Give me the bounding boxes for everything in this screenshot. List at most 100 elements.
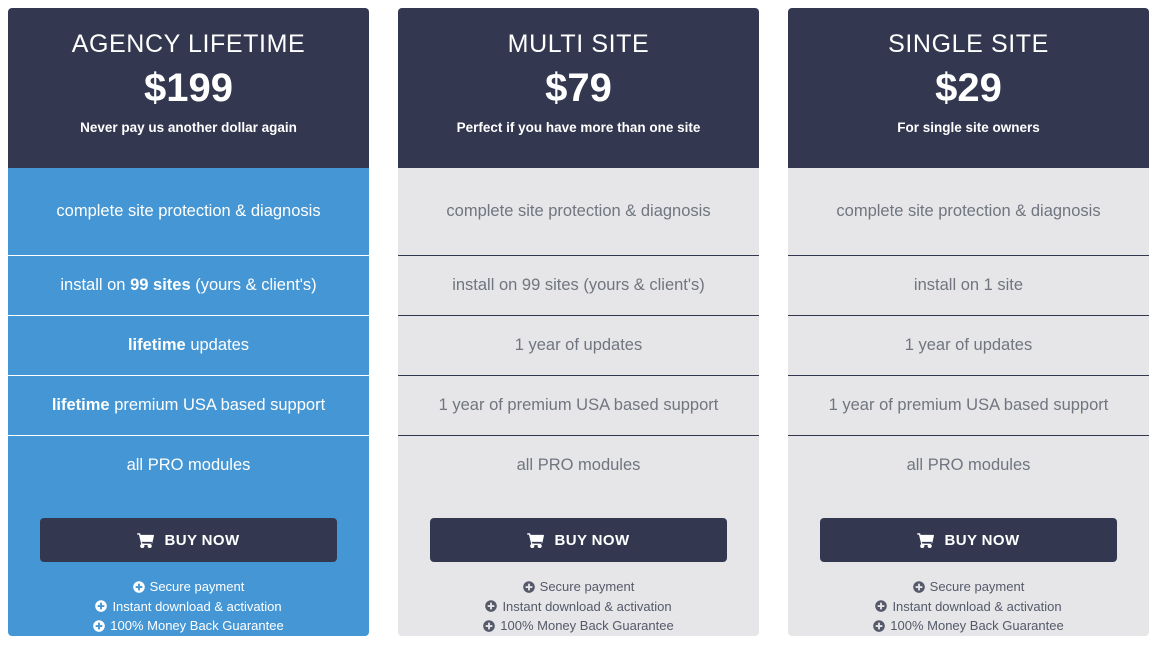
pricing-table: AGENCY LIFETIME $199 Never pay us another …	[0, 0, 1159, 636]
feature-text-prefix: install on 99 sites (yours & client's)	[452, 275, 705, 294]
pricing-card: SINGLE SITE $29 For single site owners comp…	[788, 8, 1149, 636]
guarantee-list: Secure payment Instant download & activat…	[398, 562, 759, 636]
guarantee-label: Secure payment	[539, 579, 635, 594]
feature-text: all PRO modules	[517, 455, 641, 476]
guarantee-item: Secure payment	[798, 577, 1139, 597]
feature-text-prefix: 1 year of updates	[904, 335, 1033, 354]
guarantee-label: 100% Money Back Guarantee	[110, 618, 284, 633]
feature-text-prefix: 1 year of updates	[514, 335, 643, 354]
guarantee-label: Instant download & activation	[502, 598, 672, 614]
guarantee-list: Secure payment Instant download & activat…	[788, 562, 1149, 636]
guarantee-label: 100% Money Back Guarantee	[890, 618, 1064, 633]
feature-row-modules: all PRO modules	[788, 436, 1149, 496]
feature-text-prefix: complete site protection & diagnosis	[836, 201, 1101, 220]
plus-circle-icon	[95, 600, 108, 613]
pricing-card-header: SINGLE SITE $29 For single site owners	[788, 8, 1149, 168]
feature-text-emphasis: lifetime	[51, 395, 110, 414]
buy-now-button[interactable]: BUY NOW	[820, 518, 1117, 562]
feature-row: 1 year of premium USA based support	[788, 376, 1149, 436]
plus-circle-icon	[875, 600, 888, 613]
buy-button-container: BUY NOW	[788, 496, 1149, 562]
feature-text: install on 99 sites (yours & client's)	[60, 275, 316, 296]
pricing-card-body: complete site protection & diagnosis inst…	[398, 168, 759, 636]
feature-text: install on 99 sites (yours & client's)	[452, 275, 705, 296]
plan-price: $29	[935, 65, 1002, 110]
feature-row: install on 99 sites (yours & client's)	[8, 256, 369, 316]
pro-modules-link[interactable]: PRO modules	[148, 456, 251, 474]
pricing-card-body: complete site protection & diagnosis inst…	[8, 168, 369, 636]
feature-row: lifetime premium USA based support	[8, 376, 369, 436]
plus-circle-icon	[132, 580, 145, 593]
cart-icon	[527, 532, 545, 548]
plan-price: $199	[144, 65, 233, 110]
feature-row: install on 1 site	[788, 256, 1149, 316]
guarantee-label: Instant download & activation	[112, 598, 282, 614]
pricing-card: AGENCY LIFETIME $199 Never pay us another …	[8, 8, 369, 636]
plus-circle-icon	[873, 619, 886, 632]
feature-text-prefix: 1 year of premium USA based support	[438, 395, 719, 414]
cart-icon	[137, 532, 155, 548]
plus-circle-icon	[93, 619, 106, 632]
feature-text: all PRO modules	[127, 455, 251, 476]
feature-row: complete site protection & diagnosis	[398, 168, 759, 256]
pricing-card-header: AGENCY LIFETIME $199 Never pay us another …	[8, 8, 369, 168]
feature-text-suffix: premium USA based support	[109, 395, 326, 414]
feature-text: complete site protection & diagnosis	[836, 201, 1100, 222]
guarantee-item: Secure payment	[408, 577, 749, 597]
feature-row: complete site protection & diagnosis	[788, 168, 1149, 256]
feature-text-emphasis: lifetime	[127, 335, 186, 354]
feature-text: lifetime updates	[128, 335, 249, 356]
buy-now-button[interactable]: BUY NOW	[430, 518, 727, 562]
cart-icon	[917, 532, 935, 548]
feature-text-prefix: complete site protection & diagnosis	[56, 201, 321, 220]
pro-modules-link[interactable]: PRO modules	[538, 456, 641, 474]
feature-text-prefix: install on 1 site	[913, 275, 1024, 294]
buy-now-label: BUY NOW	[554, 531, 630, 549]
guarantee-label: Instant download & activation	[892, 598, 1062, 614]
plan-name: MULTI SITE	[507, 30, 650, 58]
feature-text-prefix: install on	[60, 275, 131, 294]
feature-text: all PRO modules	[907, 455, 1031, 476]
modules-prefix: all	[516, 456, 538, 475]
plan-name: SINGLE SITE	[888, 30, 1049, 58]
plan-price: $79	[545, 65, 612, 110]
plus-circle-icon	[483, 619, 496, 632]
guarantee-item: 100% Money Back Guarantee	[18, 616, 359, 636]
feature-row: complete site protection & diagnosis	[8, 168, 369, 256]
guarantee-label: Secure payment	[149, 579, 245, 594]
feature-text-emphasis: 99 sites	[130, 275, 191, 294]
feature-list: complete site protection & diagnosis inst…	[788, 168, 1149, 496]
modules-prefix: all	[906, 456, 928, 475]
plus-circle-icon	[912, 580, 925, 593]
pricing-card-body: complete site protection & diagnosis inst…	[788, 168, 1149, 636]
buy-now-label: BUY NOW	[164, 531, 240, 549]
feature-text: 1 year of updates	[515, 335, 643, 356]
feature-text: 1 year of premium USA based support	[439, 395, 719, 416]
feature-text-suffix: updates	[185, 335, 250, 354]
guarantee-label: Secure payment	[929, 579, 1025, 594]
feature-row: 1 year of premium USA based support	[398, 376, 759, 436]
guarantee-item: Instant download & activation	[18, 597, 359, 617]
pricing-card-header: MULTI SITE $79 Perfect if you have more th…	[398, 8, 759, 168]
feature-row: install on 99 sites (yours & client's)	[398, 256, 759, 316]
feature-text-suffix: (yours & client's)	[190, 275, 317, 294]
feature-row: lifetime updates	[8, 316, 369, 376]
feature-row: 1 year of updates	[398, 316, 759, 376]
buy-now-button[interactable]: BUY NOW	[40, 518, 337, 562]
plan-tagline: Never pay us another dollar again	[80, 119, 297, 135]
guarantee-item: Secure payment	[18, 577, 359, 597]
plan-tagline: Perfect if you have more than one site	[456, 119, 701, 135]
guarantee-label: 100% Money Back Guarantee	[500, 618, 674, 633]
feature-row: 1 year of updates	[788, 316, 1149, 376]
pricing-card: MULTI SITE $79 Perfect if you have more th…	[398, 8, 759, 636]
pro-modules-link[interactable]: PRO modules	[928, 456, 1031, 474]
feature-text: install on 1 site	[914, 275, 1023, 296]
plan-tagline: For single site owners	[897, 119, 1040, 135]
guarantee-item: Instant download & activation	[408, 597, 749, 617]
plan-name: AGENCY LIFETIME	[71, 30, 306, 58]
feature-text: lifetime premium USA based support	[52, 395, 325, 416]
feature-text-prefix: complete site protection & diagnosis	[446, 201, 711, 220]
feature-list: complete site protection & diagnosis inst…	[398, 168, 759, 496]
feature-list: complete site protection & diagnosis inst…	[8, 168, 369, 496]
plus-circle-icon	[485, 600, 498, 613]
